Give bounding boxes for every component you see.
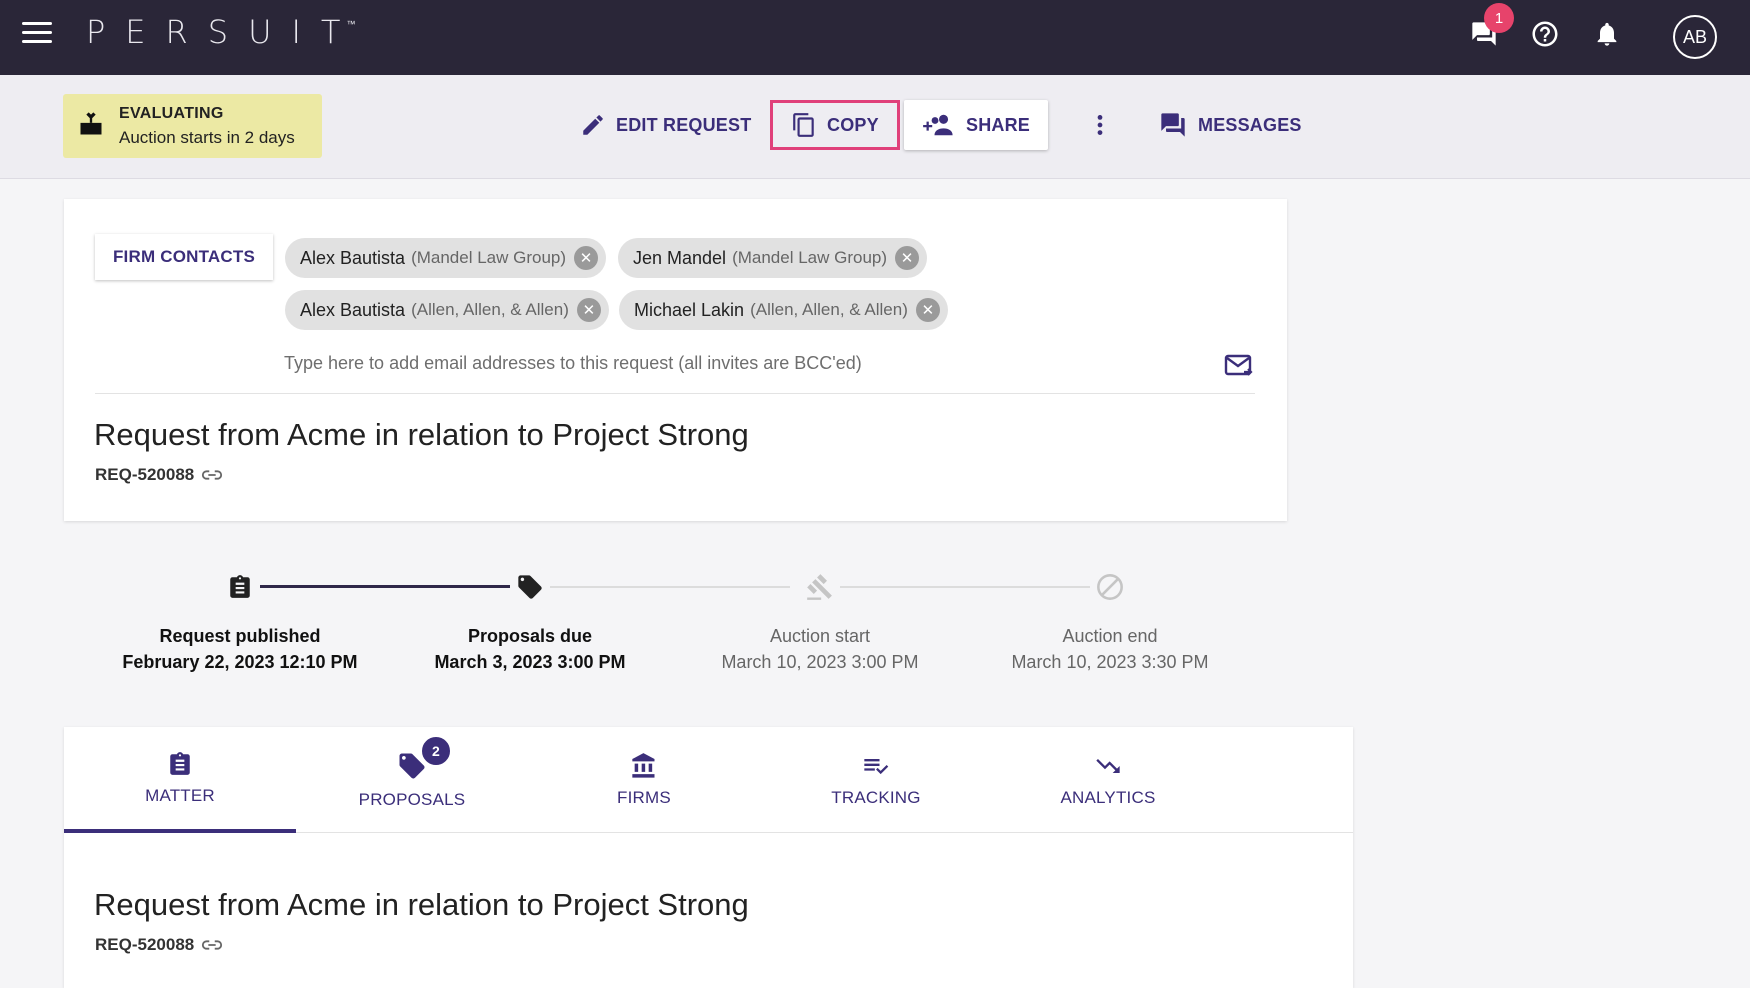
action-bar: EVALUATING Auction starts in 2 days EDIT… xyxy=(0,75,1750,179)
request-title: Request from Acme in relation to Project… xyxy=(94,417,749,452)
trending-down-icon xyxy=(1096,759,1120,773)
remove-contact-icon[interactable]: ✕ xyxy=(895,246,920,270)
contact-name: Michael Lakin xyxy=(634,299,745,320)
divider xyxy=(95,393,1255,394)
contact-chip: Michael Lakin (Allen, Allen, & Allen) ✕ xyxy=(619,290,948,330)
send-email-icon[interactable] xyxy=(1224,353,1254,384)
timeline-step-published: Request published February 22, 2023 12:10… xyxy=(122,626,358,672)
tab-bar: MATTER PROPOSALS 2 FIRMS TRACKING ANALYT… xyxy=(64,727,1353,833)
bell-icon[interactable] xyxy=(1589,16,1625,52)
tab-label: MATTER xyxy=(145,786,215,805)
remove-contact-icon[interactable]: ✕ xyxy=(574,246,599,270)
tab-label: FIRMS xyxy=(617,788,671,807)
hamburger-menu-icon[interactable] xyxy=(22,22,52,46)
box-hand-icon xyxy=(77,110,107,143)
timeline-step-proposals-due: Proposals due March 3, 2023 3:00 PM xyxy=(434,626,626,672)
request-title: Request from Acme in relation to Project… xyxy=(94,887,749,922)
timeline-connector xyxy=(550,586,790,588)
contact-chip: Jen Mandel (Mandel Law Group) ✕ xyxy=(618,238,928,278)
copy-button[interactable]: COPY xyxy=(770,100,900,150)
messages-button[interactable]: MESSAGES xyxy=(1158,100,1302,150)
chat-notification-badge: 1 xyxy=(1484,3,1514,33)
tab-tracking[interactable]: TRACKING xyxy=(760,727,992,833)
proposals-count-badge: 2 xyxy=(420,735,452,767)
tab-label: PROPOSALS xyxy=(358,790,466,809)
status-label: EVALUATING xyxy=(119,104,224,122)
clipboard-icon xyxy=(225,572,255,602)
contact-org: (Mandel Law Group) xyxy=(732,248,888,267)
firm-contacts-button[interactable]: FIRM CONTACTS xyxy=(95,234,273,280)
status-badge: EVALUATING Auction starts in 2 days xyxy=(63,94,322,158)
tab-label: TRACKING xyxy=(831,788,921,807)
contact-name: Alex Bautista xyxy=(300,247,406,268)
tab-matter[interactable]: MATTER xyxy=(64,727,296,833)
clipboard-icon xyxy=(170,752,190,775)
tag-icon xyxy=(515,572,545,602)
help-icon[interactable] xyxy=(1527,16,1563,52)
timeline-connector xyxy=(840,586,1090,588)
pencil-icon xyxy=(583,115,603,135)
bank-icon xyxy=(632,753,655,778)
contact-org: (Allen, Allen, & Allen) xyxy=(750,300,908,319)
messages-label: MESSAGES xyxy=(1198,114,1302,135)
timeline-step-auction-start: Auction start March 10, 2023 3:00 PM xyxy=(721,626,919,672)
gavel-icon xyxy=(805,572,835,602)
prohibited-icon xyxy=(1095,572,1125,602)
remove-contact-icon[interactable]: ✕ xyxy=(576,298,601,322)
request-id: REQ-520088 xyxy=(95,935,223,955)
link-icon[interactable] xyxy=(201,468,223,482)
share-label: SHARE xyxy=(966,114,1031,135)
share-button[interactable]: SHARE xyxy=(904,100,1049,150)
chat-icon xyxy=(1161,113,1185,137)
contact-name: Alex Bautista xyxy=(300,299,406,320)
remove-contact-icon[interactable]: ✕ xyxy=(915,298,940,322)
tab-proposals[interactable]: PROPOSALS 2 xyxy=(296,727,528,833)
persuit-logo[interactable]: PERSUIT™ xyxy=(86,13,369,51)
contact-org: (Mandel Law Group) xyxy=(411,248,567,267)
user-avatar[interactable]: AB xyxy=(1673,15,1717,59)
edit-request-label: EDIT REQUEST xyxy=(616,114,752,135)
contact-org: (Allen, Allen, & Allen) xyxy=(411,300,569,319)
tab-label: ANALYTICS xyxy=(1060,788,1156,807)
top-bar: PERSUIT™ 1 AB xyxy=(0,0,1750,75)
email-input[interactable] xyxy=(284,347,1124,379)
request-id: REQ-520088 xyxy=(95,465,223,485)
contact-name: Jen Mandel xyxy=(633,247,727,268)
status-detail: Auction starts in 2 days xyxy=(119,127,295,147)
link-icon[interactable] xyxy=(201,938,223,952)
contact-chip: Alex Bautista (Mandel Law Group) ✕ xyxy=(285,238,607,278)
timeline-connector xyxy=(260,585,510,588)
timeline-step-auction-end: Auction end March 10, 2023 3:30 PM xyxy=(1011,626,1209,672)
more-options-icon[interactable] xyxy=(1093,100,1117,150)
invite-card: FIRM CONTACTS Alex Bautista (Mandel Law … xyxy=(64,199,1287,521)
contact-chip: Alex Bautista (Allen, Allen, & Allen) ✕ xyxy=(285,290,609,330)
add-people-icon xyxy=(923,114,953,136)
copy-icon xyxy=(793,113,814,137)
tab-analytics[interactable]: ANALYTICS xyxy=(992,727,1224,833)
checklist-icon xyxy=(864,759,889,775)
tab-firms[interactable]: FIRMS xyxy=(528,727,760,833)
request-details-card: MATTER PROPOSALS 2 FIRMS TRACKING ANALYT… xyxy=(64,727,1353,988)
edit-request-button[interactable]: EDIT REQUEST xyxy=(580,100,751,150)
copy-label: COPY xyxy=(827,114,879,135)
